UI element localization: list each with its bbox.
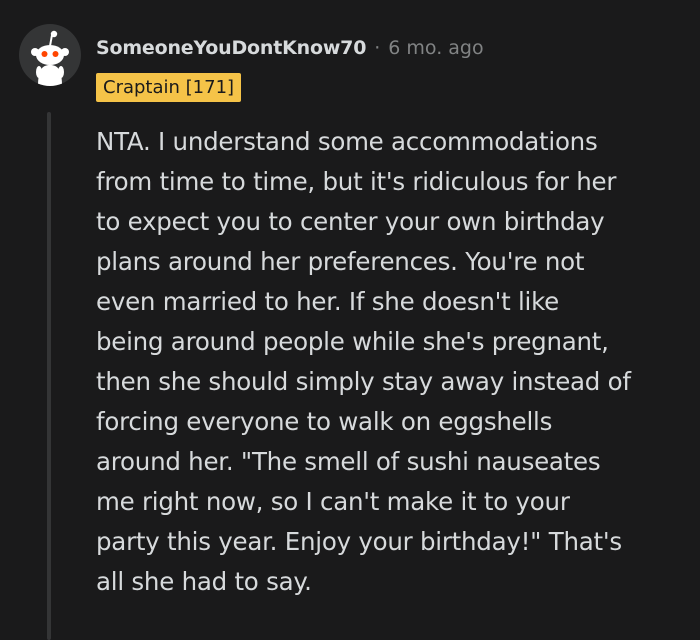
reddit-snoo-icon — [31, 30, 69, 86]
comment-timestamp[interactable]: 6 mo. ago — [388, 37, 483, 59]
comment: SomeoneYouDontKnow70 · 6 mo. ago Craptai… — [0, 0, 700, 640]
username-link[interactable]: SomeoneYouDontKnow70 — [96, 37, 366, 59]
thread-collapse-line[interactable] — [47, 112, 51, 640]
comment-header: SomeoneYouDontKnow70 · 6 mo. ago — [96, 35, 484, 61]
comment-body: NTA. I understand some accommodations fr… — [96, 127, 631, 596]
meta-separator: · — [374, 37, 381, 59]
user-avatar[interactable] — [19, 24, 81, 86]
user-flair-badge: Craptain [171] — [96, 73, 242, 102]
